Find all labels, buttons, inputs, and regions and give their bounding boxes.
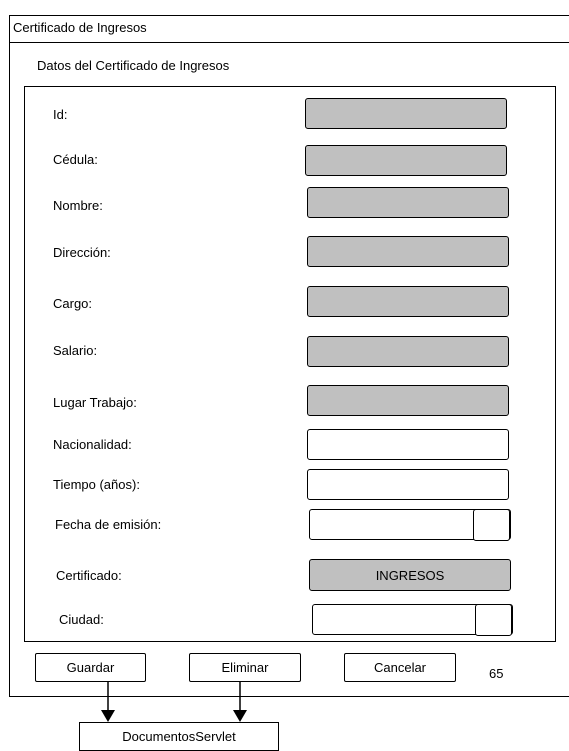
servlet-label: DocumentosServlet — [122, 729, 236, 744]
save-arrow-head — [101, 710, 115, 722]
servlet-box: DocumentosServlet — [79, 722, 279, 751]
flow-arrows — [101, 682, 247, 722]
delete-arrow-head — [233, 710, 247, 722]
